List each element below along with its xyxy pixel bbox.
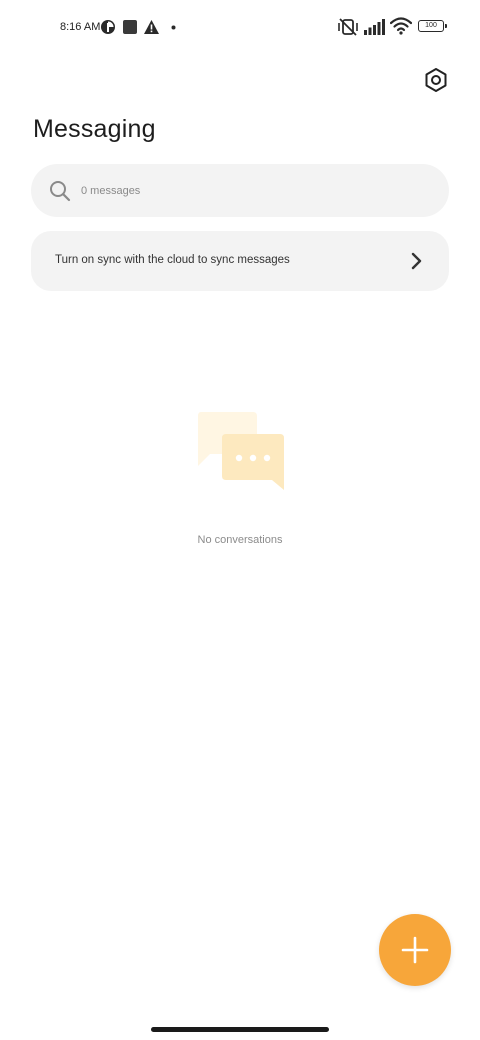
messaging-screen: 8:16 AM 100 Messaging 0 messages Turn on… bbox=[0, 0, 480, 1040]
sync-banner-text: Turn on sync with the cloud to sync mess… bbox=[55, 254, 290, 266]
alert-icon bbox=[144, 20, 159, 34]
new-conversation-button[interactable] bbox=[379, 914, 451, 986]
battery-icon: 100 bbox=[418, 20, 448, 34]
settings-button[interactable] bbox=[420, 64, 452, 96]
wifi-icon bbox=[390, 17, 412, 35]
dot-icon bbox=[171, 25, 176, 30]
sync-banner[interactable]: Turn on sync with the cloud to sync mess… bbox=[31, 231, 449, 291]
chat-bubbles-icon bbox=[198, 412, 284, 490]
empty-state-text: No conversations bbox=[197, 534, 283, 546]
status-time: 8:16 AM bbox=[60, 21, 101, 33]
square-notification-icon bbox=[123, 20, 137, 34]
muted-vibrate-icon bbox=[338, 18, 358, 36]
search-icon bbox=[50, 181, 71, 202]
status-bar: 8:16 AM 100 bbox=[0, 0, 480, 56]
plus-icon bbox=[401, 936, 429, 964]
home-indicator[interactable] bbox=[151, 1027, 329, 1032]
data-saver-icon bbox=[101, 20, 115, 34]
signal-icon bbox=[364, 19, 385, 35]
page-title: Messaging bbox=[33, 115, 156, 143]
battery-level: 100 bbox=[425, 22, 437, 29]
search-input[interactable] bbox=[81, 181, 421, 201]
chevron-right-icon bbox=[411, 252, 422, 270]
gear-icon bbox=[425, 68, 447, 92]
